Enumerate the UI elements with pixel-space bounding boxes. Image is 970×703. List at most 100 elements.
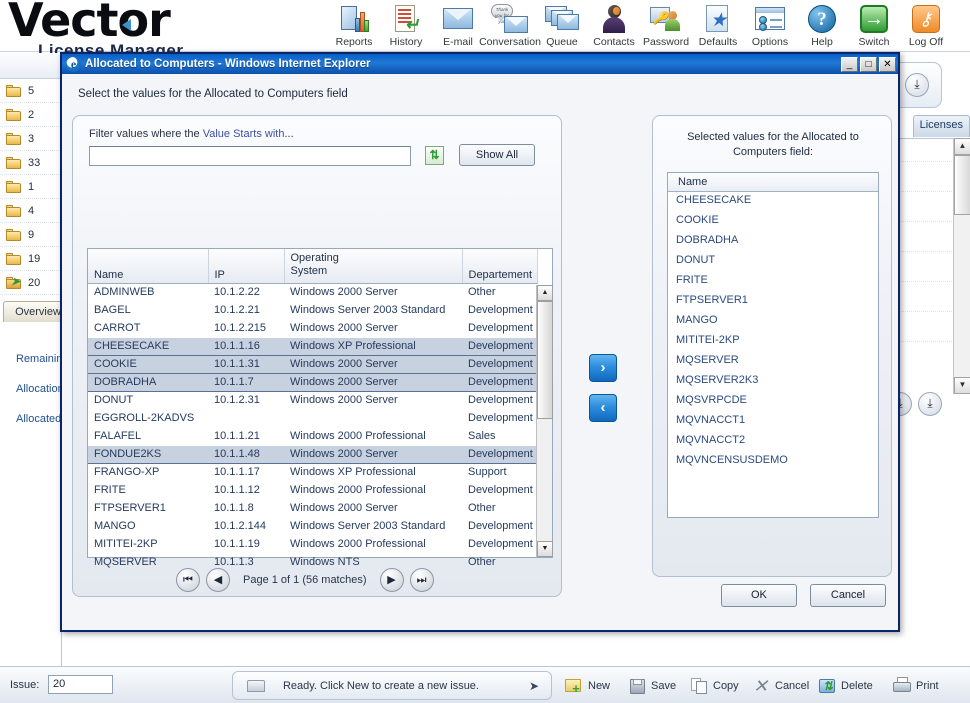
new-icon: + xyxy=(565,676,585,696)
table-row[interactable]: FTPSERVER1 10.1.1.8 Windows 2000 Server … xyxy=(88,499,537,517)
list-item[interactable]: DONUT xyxy=(668,252,878,272)
collapse-panel-button[interactable]: ⤓ xyxy=(905,73,929,97)
column-header-operating-system[interactable]: Operating System xyxy=(284,249,463,284)
sidebar-link-allocation[interactable]: Allocation xyxy=(0,374,61,404)
cell-ip: 10.1.2.215 xyxy=(214,322,266,334)
sidebar-link-allocated[interactable]: Allocated xyxy=(0,404,61,434)
panel-expand-button-2[interactable]: ⤓ xyxy=(918,392,942,416)
first-page-icon[interactable]: ⏮ xyxy=(176,568,200,592)
last-page-icon[interactable]: ⏭ xyxy=(409,568,434,592)
list-item[interactable]: CHEESECAKE xyxy=(668,192,878,212)
action-delete-button[interactable]: ⇅ Delete xyxy=(818,673,873,699)
cell-os: Windows 2000 Server xyxy=(284,444,462,464)
table-row[interactable]: FRITE 10.1.1.12 Windows 2000 Professiona… xyxy=(88,481,537,499)
transfer-buttons: › ‹ xyxy=(589,354,617,434)
column-header-departement[interactable]: Departement xyxy=(462,249,538,284)
cell-name: FALAFEL xyxy=(94,430,142,442)
list-item[interactable]: MQSVRPCDE xyxy=(668,392,878,412)
minimize-button[interactable]: _ xyxy=(841,56,858,72)
table-row-selected[interactable]: CHEESECAKE 10.1.1.16 Windows XP Professi… xyxy=(88,336,537,356)
action-print-button[interactable]: Print xyxy=(893,673,939,699)
table-row[interactable]: MANGO 10.1.2.144 Windows Server 2003 Sta… xyxy=(88,517,537,535)
next-page-icon[interactable]: ▶ xyxy=(379,568,404,592)
sidebar-folder-row[interactable]: 19 xyxy=(0,247,61,271)
list-item[interactable]: MQSERVER2K3 xyxy=(668,372,878,392)
selected-values-list[interactable]: Name CHEESECAKE COOKIE DOBRADHA DONUT FR… xyxy=(667,172,879,518)
table-row[interactable]: DONUT 10.1.2.31 Windows 2000 Server Deve… xyxy=(88,391,537,409)
scroll-down-icon[interactable]: ▼ xyxy=(954,377,970,394)
sidebar-folder-row[interactable]: 4 xyxy=(0,199,61,223)
main-tab-licenses[interactable]: Licenses xyxy=(912,115,970,137)
issue-number-field[interactable]: 20 xyxy=(48,675,113,694)
table-row[interactable]: FRANGO-XP 10.1.1.17 Windows XP Professio… xyxy=(88,463,537,481)
cell-name: MITITEI-2KP xyxy=(94,538,158,550)
list-item[interactable]: DOBRADHA xyxy=(668,232,878,252)
cell-name: CARROT xyxy=(94,322,141,334)
table-row[interactable]: FALAFEL 10.1.1.21 Windows 2000 Professio… xyxy=(88,427,537,445)
ok-button[interactable]: OK xyxy=(720,584,797,607)
filter-input[interactable] xyxy=(89,146,411,166)
sidebar-folder-row[interactable]: 1 xyxy=(0,175,61,199)
maximize-button[interactable]: □ xyxy=(860,56,877,72)
sidebar-folder-row[interactable]: 3 xyxy=(0,127,61,151)
action-copy-button[interactable]: Copy xyxy=(690,673,739,699)
table-row[interactable]: BAGEL 10.1.2.21 Windows Server 2003 Stan… xyxy=(88,301,537,319)
toolbar-button-logoff[interactable]: ⚷ Log Off xyxy=(890,2,962,48)
action-cancel-button[interactable]: ✕ Cancel xyxy=(752,673,809,699)
list-item[interactable]: MANGO xyxy=(668,312,878,332)
list-item[interactable]: FRITE xyxy=(668,272,878,292)
cell-ip: 10.1.1.31 xyxy=(208,354,284,374)
grid-scrollbar-thumb[interactable] xyxy=(537,301,553,419)
folder-icon xyxy=(6,204,21,217)
folder-icon xyxy=(6,108,21,121)
sidebar-folder-row[interactable]: 33 xyxy=(0,151,61,175)
application-window: Vector License Manager Reports ↵ History… xyxy=(0,0,970,703)
table-row[interactable]: MITITEI-2KP 10.1.1.19 Windows 2000 Profe… xyxy=(88,535,537,553)
list-item[interactable]: MQSERVER xyxy=(668,352,878,372)
filter-criteria-link[interactable]: Value Starts with xyxy=(203,128,285,140)
list-item[interactable]: COOKIE xyxy=(668,212,878,232)
scroll-up-icon[interactable]: ▲ xyxy=(954,138,970,155)
cell-dept: Development xyxy=(468,322,533,334)
action-save-button[interactable]: Save xyxy=(628,673,676,699)
table-row[interactable]: EGGROLL-2KADVS Development xyxy=(88,409,537,427)
show-all-button[interactable]: Show All xyxy=(459,144,535,166)
grid-scroll-up-icon[interactable]: ▲ xyxy=(537,285,553,301)
list-item[interactable]: MQVNACCT1 xyxy=(668,412,878,432)
table-row[interactable]: CARROT 10.1.2.215 Windows 2000 Server De… xyxy=(88,319,537,337)
close-button[interactable]: ✕ xyxy=(879,56,896,72)
column-header-name[interactable]: Name xyxy=(88,249,209,284)
sidebar-folder-row[interactable]: 5 xyxy=(0,79,61,103)
cell-ip: 10.1.2.22 xyxy=(214,286,260,298)
cell-dept: Development xyxy=(462,336,537,356)
sidebar-link-remaining[interactable]: Remaining xyxy=(0,344,61,374)
dialog-title-bar[interactable]: e Allocated to Computers - Windows Inter… xyxy=(62,54,898,74)
grid-scrollbar[interactable]: ▲ ▼ xyxy=(536,285,553,557)
refresh-icon[interactable]: ⇅ xyxy=(425,146,444,165)
list-item[interactable]: MITITEI-2KP xyxy=(668,332,878,352)
list-item[interactable]: MQVNCENSUSDEMO xyxy=(668,452,878,472)
cell-ip xyxy=(208,409,284,427)
add-selection-button[interactable]: › xyxy=(589,354,617,382)
grid-scroll-down-icon[interactable]: ▼ xyxy=(537,541,553,557)
cell-dept: Other xyxy=(468,502,496,514)
sidebar-folder-row[interactable]: 9 xyxy=(0,223,61,247)
table-row[interactable]: ADMINWEB 10.1.2.22 Windows 2000 Server O… xyxy=(88,283,537,301)
scrollbar-thumb[interactable] xyxy=(954,155,970,215)
available-values-grid[interactable]: Name IP Operating System Departement ADMI… xyxy=(87,248,553,568)
table-row-selected[interactable]: DOBRADHA 10.1.1.7 Windows 2000 Server De… xyxy=(88,372,537,392)
sidebar-folder-row-active[interactable]: ➤ 20 xyxy=(0,271,61,295)
cancel-button[interactable]: Cancel xyxy=(810,584,886,607)
remove-selection-button[interactable]: ‹ xyxy=(589,394,617,422)
table-row-selected[interactable]: FONDUE2KS 10.1.1.48 Windows 2000 Server … xyxy=(88,444,537,464)
sidebar-folder-row[interactable]: 2 xyxy=(0,103,61,127)
arrow-right-icon[interactable]: ➤ xyxy=(529,679,539,693)
selected-column-header-name[interactable]: Name xyxy=(668,173,878,192)
action-new-button[interactable]: + New xyxy=(565,673,610,699)
main-grid-scrollbar[interactable]: ▲ ▼ xyxy=(953,138,970,394)
column-header-ip[interactable]: IP xyxy=(208,249,285,284)
list-item[interactable]: MQVNACCT2 xyxy=(668,432,878,452)
table-row-selected[interactable]: COOKIE 10.1.1.31 Windows 2000 Server Dev… xyxy=(88,354,537,374)
previous-page-icon[interactable]: ◀ xyxy=(206,568,230,592)
list-item[interactable]: FTPSERVER1 xyxy=(668,292,878,312)
